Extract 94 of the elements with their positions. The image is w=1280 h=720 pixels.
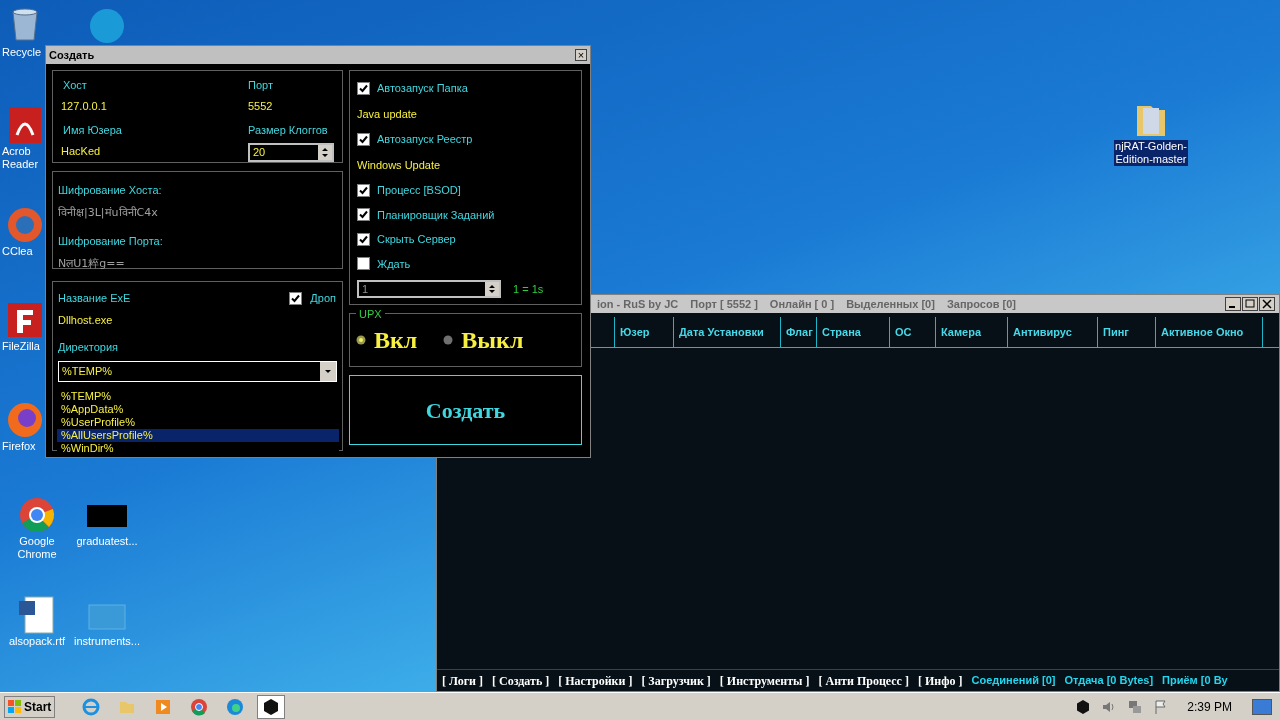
show-desktop-icon	[1252, 698, 1272, 715]
dropdown-option[interactable]: %TEMP%	[57, 390, 339, 403]
menu-tab[interactable]: [ Настройки ]	[558, 671, 633, 690]
window-title: Запросов [0]	[946, 296, 1016, 312]
field-label: Имя Юзера	[62, 123, 123, 138]
taskbar-button[interactable]	[257, 694, 286, 719]
column-header[interactable]: Камера	[936, 317, 1008, 347]
field-label: Директория	[58, 340, 120, 355]
network-icon	[1127, 698, 1144, 715]
dropdown[interactable]: %TEMP%	[58, 360, 337, 382]
window-title: Онлайн [ 0 ]	[769, 296, 835, 312]
dropdown-option[interactable]: %AllUsersProfile%	[57, 429, 339, 442]
close-button[interactable]: ×	[575, 49, 587, 61]
desktop-icon-label[interactable]: Google Chrome	[16, 535, 58, 561]
menu-tab[interactable]: [ Инструменты ]	[719, 671, 810, 690]
desktop-icon-label[interactable]: FileZilla	[1, 340, 41, 353]
field-label: Шифрование Хоста:	[58, 183, 163, 198]
radio-button[interactable]	[356, 335, 366, 345]
field-value: Windows Update	[357, 157, 442, 173]
column-header[interactable]: Антивирус	[1008, 317, 1098, 347]
column-header[interactable]: Юзер	[615, 317, 674, 347]
checkbox[interactable]	[357, 257, 370, 271]
field-value: 5552	[248, 98, 274, 114]
hexagon-icon	[1075, 698, 1092, 715]
column-header[interactable]: Страна	[817, 317, 890, 347]
field-label: Хост	[62, 78, 88, 93]
field-value: Dllhost.exe	[58, 312, 114, 328]
field-label: Дроп	[310, 291, 337, 306]
window-title: Выделенных [0]	[846, 296, 935, 312]
checkbox[interactable]	[357, 232, 370, 246]
desktop-icon-label[interactable]: Acrob Reader	[1, 145, 40, 171]
field-label: Размер Клоггов	[248, 123, 329, 138]
status-text: Соединений [0]	[971, 673, 1056, 689]
desktop-icon-label[interactable]: njRAT-Golden- Edition-master	[1114, 140, 1188, 166]
field-label: Шифрование Порта:	[58, 234, 164, 249]
field-value: HacKed	[61, 143, 102, 159]
chrome-circle-icon	[17, 495, 57, 535]
menu-tab[interactable]: [ Создать ]	[492, 671, 550, 690]
field-label: Автозапуск Реестр	[377, 132, 473, 147]
checkbox[interactable]	[357, 208, 370, 222]
radio-button[interactable]	[443, 335, 454, 345]
field-value: Java update	[357, 106, 418, 122]
menu-tab[interactable]: [ Анти Процесс ]	[818, 671, 909, 690]
windows-logo-icon	[8, 699, 22, 714]
start-button[interactable]: Start	[4, 695, 56, 718]
menu-tab[interactable]: [ Логи ]	[442, 671, 483, 690]
number-field[interactable]: 1	[357, 280, 501, 298]
field-label: Название ExE	[58, 291, 131, 306]
column-header[interactable]: Пинг	[1098, 317, 1156, 347]
checkbox[interactable]	[357, 183, 370, 197]
field-value: NलU1粹g==	[58, 255, 126, 272]
browser-e-icon	[82, 697, 101, 716]
column-header[interactable]: Активное Окно	[1156, 317, 1263, 347]
checkbox[interactable]	[289, 291, 303, 305]
word-document-icon	[17, 595, 57, 635]
desktop-icon-label[interactable]: CClea	[1, 245, 34, 258]
field-label: Процесс [BSOD]	[377, 183, 461, 198]
checkbox[interactable]	[357, 132, 370, 146]
clock-time: 2:39 PM	[1187, 698, 1232, 716]
status-text: Отдача [0 Bytes]	[1064, 673, 1154, 689]
field-label: Планировщик Заданий	[377, 207, 495, 223]
dropdown-option[interactable]: %UserProfile%	[57, 416, 339, 429]
radio-label: Выкл	[461, 326, 524, 355]
create-button[interactable]: Создать	[349, 375, 582, 445]
checkbox[interactable]	[357, 81, 370, 95]
field-label: Порт	[248, 78, 274, 93]
radio-label: Вкл	[374, 326, 418, 355]
window-title: ion - RuS by JC	[597, 296, 679, 312]
window-title: Создать	[49, 47, 95, 63]
column-header[interactable]: ОС	[890, 317, 936, 347]
status-text: Приём [0 By	[1162, 673, 1228, 689]
hint-text: 1 = 1s	[513, 281, 544, 297]
desktop-icon-label[interactable]: Firefox	[1, 440, 37, 453]
play-icon	[154, 697, 173, 716]
field-label: Ждать	[377, 256, 411, 272]
spinner-arrows-icon	[318, 144, 332, 160]
chrome-circle-icon	[190, 697, 209, 716]
column-header[interactable]: Флаг	[781, 317, 817, 347]
menu-tab[interactable]: [ Загрузчик ]	[641, 671, 711, 690]
dropdown-option[interactable]: %WinDir%	[57, 442, 339, 455]
letter-f-icon	[5, 300, 45, 340]
desktop-icon-label[interactable]: Recycle	[1, 46, 43, 59]
menu-tab[interactable]: [ Инфо ]	[917, 671, 963, 690]
dropdown-option[interactable]: %AppData%	[57, 403, 339, 416]
field-label: Скрыть Сервер	[377, 232, 456, 247]
column-header[interactable]: Дата Установки	[674, 317, 781, 347]
desktop-icon-label[interactable]: graduatest...	[75, 535, 139, 548]
window-title: Порт [ 5552 ]	[690, 296, 758, 312]
hexagon-icon	[262, 697, 281, 716]
field-label: Автозапуск Папка	[377, 81, 468, 96]
number-field[interactable]: 20	[248, 142, 334, 162]
spinner-arrows-icon	[485, 282, 499, 296]
field-value: विनीक्ष|3L|मंuविनीC4x	[58, 204, 159, 221]
field-value: 127.0.0.1	[61, 98, 108, 114]
